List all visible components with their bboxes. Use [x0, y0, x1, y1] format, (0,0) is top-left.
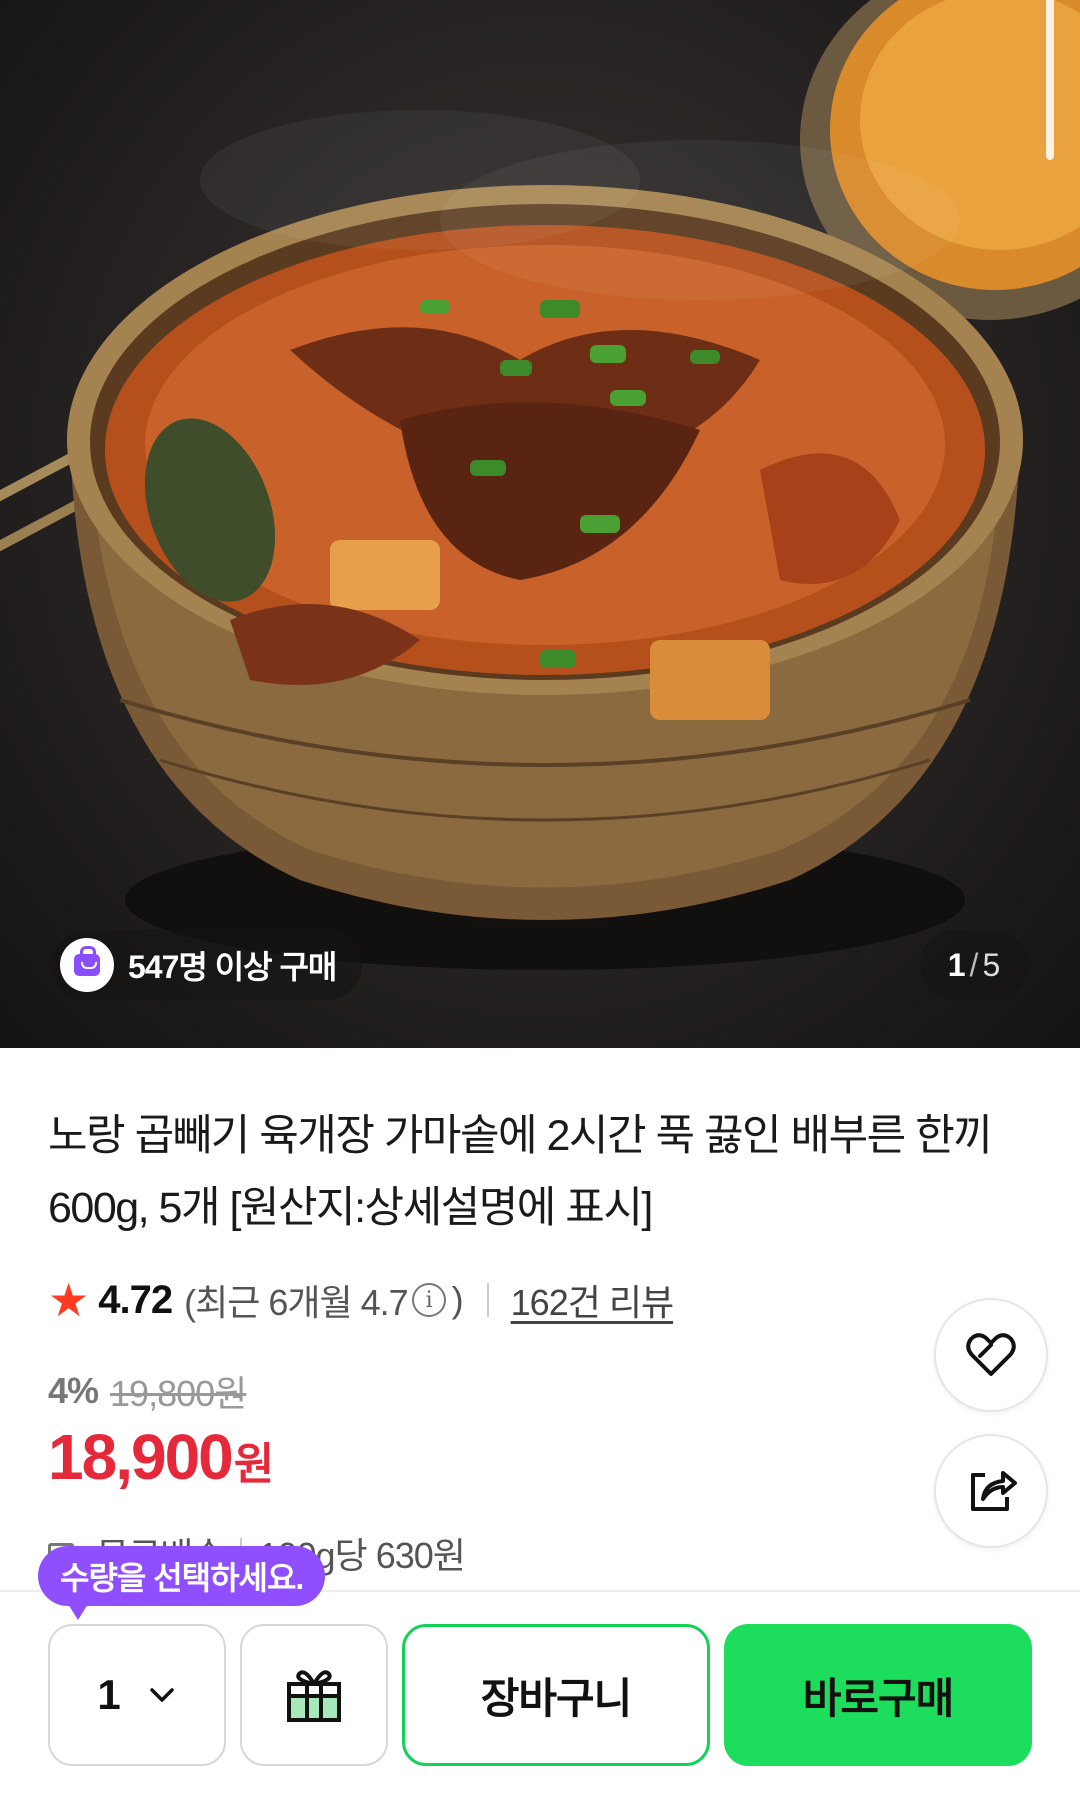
quantity-tooltip: 수량을 선택하세요. [38, 1546, 326, 1620]
scroll-indicator [1046, 0, 1054, 160]
buyers-badge-label: 547명 이상 구매 [128, 949, 337, 985]
gift-button[interactable] [240, 1624, 388, 1766]
quantity-select[interactable]: 1 [48, 1624, 226, 1766]
food-photo [0, 0, 1080, 970]
image-counter: 1 / 5 [920, 930, 1028, 1000]
price-unit: 원 [233, 1440, 275, 1489]
add-to-cart-button[interactable]: 장바구니 [402, 1624, 710, 1766]
chevron-down-icon [149, 1688, 174, 1702]
sale-price: 18,900 [48, 1421, 234, 1493]
quantity-value: 1 [97, 1671, 121, 1718]
rating-value: 4.72 [98, 1277, 173, 1322]
image-counter-current: 1 [947, 946, 966, 983]
gift-icon [287, 1670, 341, 1722]
bottom-action-bar: 1 장바구니 바로구매 [0, 1590, 1080, 1799]
original-price: 19,800원 [110, 1373, 247, 1414]
share-button[interactable] [934, 1434, 1048, 1548]
divider [486, 1283, 489, 1317]
shopping-bag-icon [60, 938, 114, 992]
wishlist-button[interactable] [934, 1298, 1048, 1412]
recent-rating[interactable]: (최근 6개월 4.7 i ) [184, 1274, 464, 1326]
image-counter-total: 5 [982, 946, 1001, 983]
rating-row: ★ 4.72 (최근 6개월 4.7 i ) 162건 리뷰 [48, 1274, 674, 1326]
share-icon [971, 1471, 1017, 1511]
product-title: 노랑 곱빼기 육개장 가마솥에 2시간 푹 끓인 배부른 한끼 600g, 5개… [48, 1112, 993, 1232]
price-row: 18,900 원 [48, 1420, 274, 1494]
discount-rate: 4% [48, 1370, 99, 1411]
info-icon[interactable]: i [411, 1283, 446, 1317]
discount-row: 4% 19,800원 [48, 1365, 247, 1417]
recent-rating-close: ) [451, 1279, 464, 1320]
heart-icon [966, 1333, 1016, 1376]
star-icon: ★ [48, 1274, 89, 1326]
buy-now-button[interactable]: 바로구매 [724, 1624, 1032, 1766]
recent-rating-text: (최근 6개월 4.7 [184, 1282, 409, 1323]
review-count-link[interactable]: 162건 리뷰 [511, 1274, 674, 1326]
buyers-badge: 547명 이상 구매 [52, 930, 363, 1000]
product-image[interactable]: 547명 이상 구매 1 / 5 [0, 0, 1080, 1048]
image-counter-separator: / [969, 946, 979, 983]
